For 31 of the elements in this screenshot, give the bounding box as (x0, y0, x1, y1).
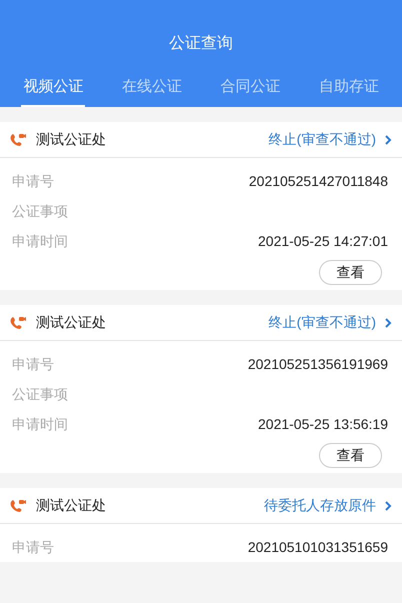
office-name: 测试公证处 (36, 130, 107, 149)
field-label: 申请时间 (12, 232, 68, 250)
tab[interactable]: 在线公证 (120, 70, 184, 107)
status-link[interactable]: 待委托人存放原件 (264, 495, 376, 516)
chevron-right-icon (384, 316, 392, 328)
field-value: 202105101031351659 (248, 538, 388, 556)
office-name: 测试公证处 (36, 496, 107, 515)
status-link[interactable]: 终止(审查不通过) (268, 129, 376, 150)
page-title: 公证查询 (169, 34, 233, 54)
field-label: 申请号 (12, 172, 54, 190)
field-label: 申请号 (12, 538, 54, 556)
view-button[interactable]: 查看 (319, 260, 382, 285)
field-value: 202105251427011848 (248, 172, 388, 190)
field-value: 2021-05-25 13:56:19 (258, 414, 388, 434)
chevron-right-icon (384, 134, 392, 146)
tab[interactable]: 自助存证 (316, 70, 381, 107)
field-label: 公证事项 (12, 202, 68, 220)
field-label: 申请时间 (12, 414, 68, 434)
tab[interactable]: 视频公证 (21, 70, 86, 107)
phone-camera-icon (10, 132, 26, 146)
field-value: 2021-05-25 14:27:01 (258, 232, 388, 250)
field-label: 公证事项 (12, 384, 68, 404)
tab[interactable]: 合同公证 (218, 70, 282, 107)
phone-camera-icon (10, 316, 26, 330)
view-button[interactable]: 查看 (319, 443, 382, 468)
field-value: 202105251356191969 (248, 354, 388, 374)
status-link[interactable]: 终止(审查不通过) (268, 312, 376, 333)
office-name: 测试公证处 (36, 313, 107, 332)
phone-camera-icon (10, 498, 26, 512)
field-label: 申请号 (12, 354, 54, 374)
chevron-right-icon (384, 500, 392, 512)
